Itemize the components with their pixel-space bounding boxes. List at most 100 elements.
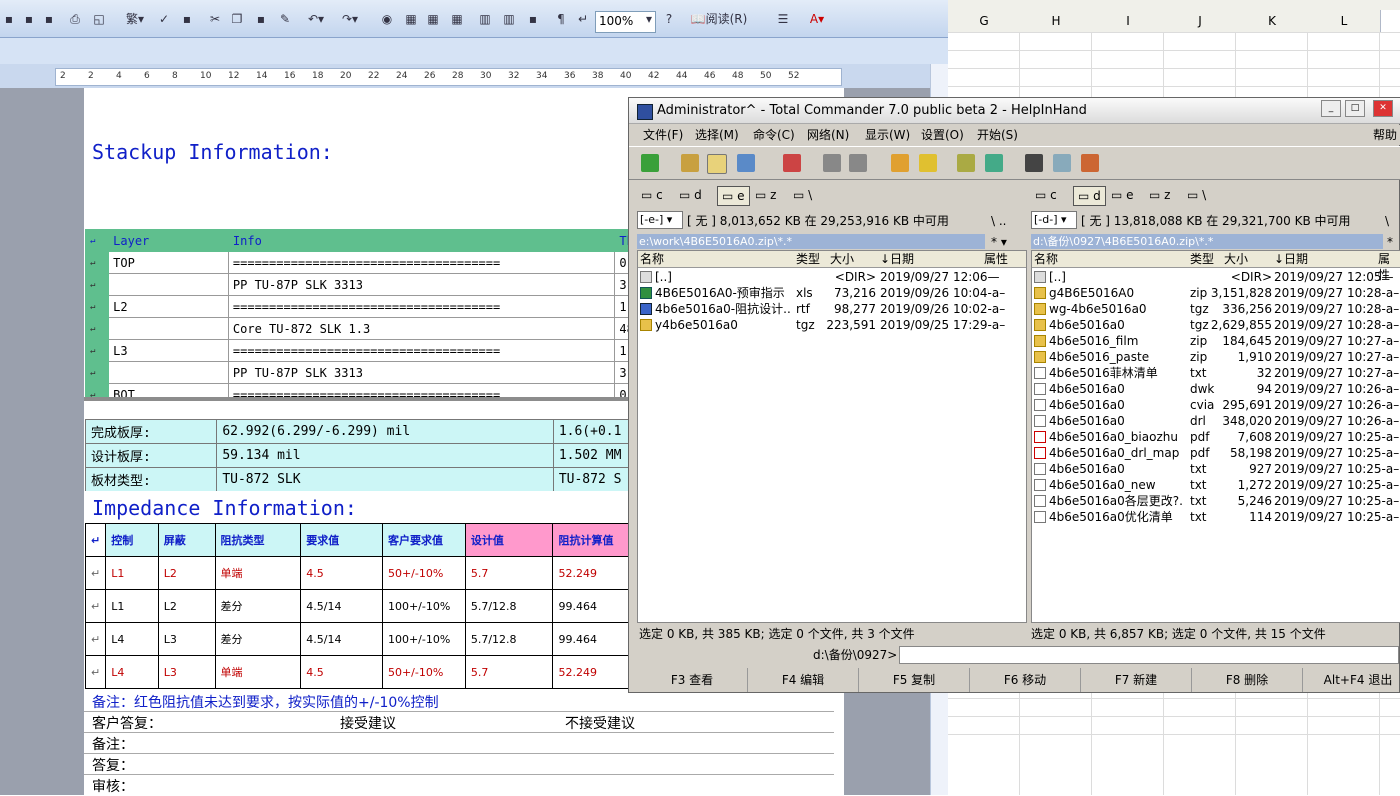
stackup-cell[interactable]: ===================================== — [227, 339, 616, 362]
find-icon[interactable] — [1025, 154, 1043, 172]
pack-icon[interactable] — [891, 154, 909, 172]
spelling-icon[interactable]: ✓ — [155, 10, 173, 28]
file-row[interactable]: 4b6e5016a0 tgz 2,629,855 2019/09/27 10:28-a… — [1032, 317, 1400, 333]
show-hide-icon[interactable]: ¶ — [552, 10, 570, 28]
tc-menu-item[interactable]: 开始(S) — [977, 125, 1018, 145]
impedance-cell[interactable]: L3 — [157, 655, 216, 689]
right-drive-button[interactable]: ▭ e — [1111, 186, 1134, 204]
cut-icon[interactable]: ✂ — [206, 10, 224, 28]
back-icon[interactable] — [823, 154, 841, 172]
tc-menu-item[interactable]: 选择(M) — [695, 125, 739, 145]
invert-selection-icon[interactable] — [783, 154, 801, 172]
left-drive-button[interactable]: ▭ e — [717, 186, 750, 206]
file-row[interactable]: 4b6e5016a0 cvia 295,691 2019/09/27 10:26-a– — [1032, 397, 1400, 413]
left-drive-combo[interactable]: [-e-] ▾ — [637, 211, 683, 229]
multi-rename-icon[interactable] — [1053, 154, 1071, 172]
thickness-cell[interactable]: 1.502 MM — [552, 443, 630, 468]
impedance-cell[interactable]: L1 — [105, 589, 159, 623]
maximize-button[interactable]: □ — [1345, 100, 1365, 117]
stackup-cell[interactable]: Core TU-872 SLK 1.3 — [227, 317, 616, 340]
left-drive-button[interactable]: ▭ c — [641, 186, 663, 204]
thickness-cell[interactable]: 1.6(+0.1 — [552, 419, 630, 444]
right-drive-button[interactable]: ▭ \ — [1187, 186, 1206, 204]
impedance-cell[interactable]: 50+/-10% — [381, 655, 466, 689]
stackup-cell[interactable]: ===================================== — [227, 295, 616, 318]
impedance-cell[interactable]: 100+/-10% — [381, 589, 466, 623]
traditional-chinese-button[interactable]: 繁▾ — [120, 10, 150, 28]
impedance-cell[interactable]: L4 — [105, 655, 159, 689]
font-color-icon[interactable]: A▾ — [804, 10, 830, 28]
thickness-cell[interactable]: TU-872 S — [552, 467, 630, 491]
permission-icon[interactable]: ▪ — [20, 10, 38, 28]
read-mode-button[interactable]: 📖阅读(R) — [688, 10, 750, 28]
email-icon[interactable]: ▪ — [40, 10, 58, 28]
tables-borders-icon[interactable]: ▦ — [402, 10, 420, 28]
impedance-cell[interactable]: 100+/-10% — [381, 622, 466, 656]
impedance-cell[interactable]: 4.5/14 — [300, 622, 383, 656]
help-icon[interactable]: ? — [660, 10, 678, 28]
stackup-cell[interactable] — [108, 317, 229, 340]
url-icon[interactable] — [985, 154, 1003, 172]
file-row[interactable]: wg-4b6e5016a0 tgz 336,256 2019/09/27 10:28-… — [1032, 301, 1400, 317]
impedance-cell[interactable]: L2 — [157, 589, 216, 623]
forward-icon[interactable] — [849, 154, 867, 172]
column-header[interactable]: 名称 — [1034, 251, 1058, 267]
full-view-icon[interactable] — [707, 154, 727, 174]
stackup-cell[interactable] — [108, 361, 229, 384]
excel-column-header[interactable]: H — [1020, 10, 1093, 33]
thickness-cell[interactable]: 62.992(6.299/-6.299) mil — [216, 419, 554, 444]
right-file-panel[interactable]: 名称 类型 大小 ↓日期 属性 [..] <DIR> 2019/09/27 12:05— g4B… — [1031, 250, 1400, 623]
sync-icon[interactable] — [1081, 154, 1099, 172]
impedance-cell[interactable]: 差分 — [214, 622, 302, 656]
stackup-cell[interactable]: TOP — [108, 251, 229, 274]
paste-icon[interactable]: ▪ — [252, 10, 270, 28]
thickness-cell[interactable]: 设计板厚: — [85, 443, 218, 468]
impedance-cell[interactable]: 5.7 — [464, 655, 554, 689]
insert-excel-icon[interactable]: ▦ — [448, 10, 466, 28]
function-key-button[interactable]: F3 查看 — [637, 668, 748, 692]
impedance-cell[interactable]: 4.5/14 — [300, 589, 383, 623]
file-row[interactable]: 4b6e5016a0 txt 927 2019/09/27 10:25-a– — [1032, 461, 1400, 477]
file-row[interactable]: [..] <DIR> 2019/09/27 12:06— — [638, 269, 1026, 285]
stackup-cell[interactable]: L2 — [108, 295, 229, 318]
right-drive-button[interactable]: ▭ d — [1073, 186, 1106, 206]
left-path-bar[interactable]: e:\work\4B6E5016A0.zip\*.* — [637, 234, 985, 249]
format-painter-icon[interactable]: ✎ — [276, 10, 294, 28]
tc-menu-item[interactable]: 网络(N) — [807, 125, 849, 145]
excel-column-header[interactable]: I — [1092, 10, 1165, 33]
excel-column-header[interactable]: G — [948, 10, 1021, 33]
file-row[interactable]: 4b6e5016a0 drl 348,020 2019/09/27 10:26-a– — [1032, 413, 1400, 429]
impedance-cell[interactable]: 单端 — [214, 556, 302, 590]
impedance-cell[interactable]: L1 — [105, 556, 159, 590]
ftp-icon[interactable] — [957, 154, 975, 172]
file-row[interactable]: [..] <DIR> 2019/09/27 12:05— — [1032, 269, 1400, 285]
redo-icon[interactable]: ↷▾ — [338, 10, 362, 28]
left-path-filter[interactable]: * ▾ — [991, 232, 1007, 252]
right-path-bar[interactable]: d:\备份\0927\4B6E5016A0.zip\*.* — [1031, 234, 1383, 249]
left-drive-button[interactable]: ▭ \ — [793, 186, 812, 204]
file-row[interactable]: 4b6e5016a0 dwk 94 2019/09/27 10:26-a– — [1032, 381, 1400, 397]
file-row[interactable]: 4b6e5016_paste zip 1,910 2019/09/27 10:27-a… — [1032, 349, 1400, 365]
thickness-cell[interactable]: 完成板厚: — [85, 419, 218, 444]
right-drive-combo[interactable]: [-d-] ▾ — [1031, 211, 1077, 229]
tc-menu-item[interactable]: 文件(F) — [643, 125, 683, 145]
stackup-cell[interactable]: PP TU-87P SLK 3313 — [227, 361, 616, 384]
research-icon[interactable]: ▪ — [178, 10, 196, 28]
hyperlink-icon[interactable]: ◉ — [378, 10, 396, 28]
drawing-icon[interactable]: ▥ — [500, 10, 518, 28]
impedance-cell[interactable]: 单端 — [214, 655, 302, 689]
file-row[interactable]: 4b6e5016菲林清单 txt 32 2019/09/27 10:27-a– — [1032, 365, 1400, 381]
function-key-button[interactable]: F6 移动 — [970, 668, 1081, 692]
column-header[interactable]: ↓日期 — [1274, 251, 1308, 267]
print-preview-icon[interactable]: ◱ — [90, 10, 108, 28]
stackup-cell[interactable]: ===================================== — [227, 383, 616, 397]
column-header[interactable]: ↓日期 — [880, 251, 914, 267]
impedance-cell[interactable]: 5.7 — [464, 556, 554, 590]
undo-icon[interactable]: ↶▾ — [304, 10, 328, 28]
file-row[interactable]: 4b6e5016_film zip 184,645 2019/09/27 10:27-… — [1032, 333, 1400, 349]
file-row[interactable]: 4b6e5016a0-阻抗设计.. rtf 98,277 2019/09/26 10:… — [638, 301, 1026, 317]
ruler-scale[interactable]: 2 2 4 6 8 10 12 14 16 18 20 22 24 26 28 30 32 34 36 38 40 42 4… — [55, 68, 842, 86]
save-icon[interactable]: ▪ — [0, 10, 18, 28]
stackup-cell[interactable]: BOT — [108, 383, 229, 397]
brief-view-icon[interactable] — [681, 154, 699, 172]
